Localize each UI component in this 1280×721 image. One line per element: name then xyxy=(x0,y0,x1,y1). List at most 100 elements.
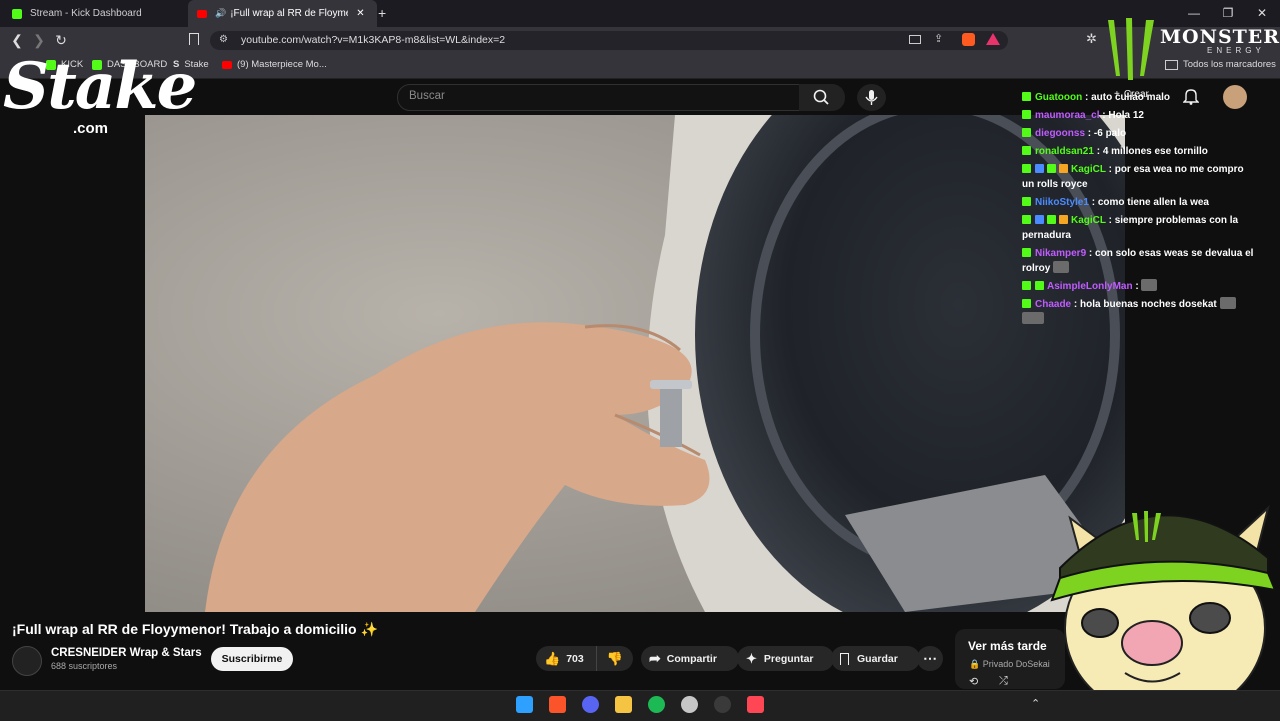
kick-badge-icon xyxy=(1022,92,1031,101)
stake-logo: Stake xyxy=(3,49,197,124)
chat-emote-icon xyxy=(1022,312,1044,324)
obs-icon[interactable] xyxy=(714,696,731,713)
chat-message: maumoraa_cl : Hola 12 xyxy=(1022,108,1254,123)
extensions-icon[interactable]: ✲ xyxy=(1086,31,1097,47)
chat-emote-icon xyxy=(1141,279,1158,291)
spotify-icon[interactable] xyxy=(648,696,665,713)
back-arrow-icon[interactable]: ❮ xyxy=(8,32,26,49)
tab-label: Stream - Kick Dashboard xyxy=(30,8,142,19)
tab-youtube-video[interactable]: 🔊 ¡Full wrap al RR de Floymenor ✕ xyxy=(188,0,377,27)
share-page-icon[interactable]: ⇪ xyxy=(934,32,943,45)
all-bookmarks[interactable]: Todos los marcadores xyxy=(1165,59,1276,70)
save-label: Guardar xyxy=(857,652,898,665)
youtube-favicon-icon xyxy=(222,60,232,69)
chat-text: 4 millones ese tornillo xyxy=(1102,146,1208,157)
share-label: Compartir xyxy=(666,652,717,665)
chat-username: ronaldsan21 xyxy=(1035,146,1094,157)
kick-badge-icon xyxy=(1022,146,1031,155)
tab-kick-dashboard[interactable]: Stream - Kick Dashboard xyxy=(6,0,192,27)
tab-label: ¡Full wrap al RR de Floymenor xyxy=(230,8,348,19)
bookmark-label: (9) Masterpiece Mo... xyxy=(237,59,327,70)
discord-icon[interactable] xyxy=(582,696,599,713)
speaker-icon: 🔊 xyxy=(215,8,227,18)
chat-message: Nikamper9 : con solo esas weas se devalu… xyxy=(1022,248,1254,274)
tray-chevron-up-icon[interactable]: ⌃ xyxy=(1031,697,1040,710)
chat-message: Chaade : hola buenas noches dosekat xyxy=(1022,297,1254,327)
vip-badge-icon xyxy=(1035,215,1044,224)
dislike-button[interactable]: 👎 xyxy=(596,646,633,671)
chat-username: diegoonss xyxy=(1035,128,1086,139)
chat-emote-icon xyxy=(1219,297,1236,309)
all-bookmarks-label: Todos los marcadores xyxy=(1183,59,1276,70)
ask-label: Preguntar xyxy=(763,652,814,665)
chat-emote-icon xyxy=(1053,261,1070,273)
chat-text: como tiene allen la wea xyxy=(1097,197,1209,208)
steam-icon[interactable] xyxy=(681,696,698,713)
bookmark-masterpiece[interactable]: (9) Masterpiece Mo... xyxy=(222,59,327,70)
chat-username: maumoraa_cl xyxy=(1035,110,1100,121)
chat-message: diegoonss : -6 palo xyxy=(1022,126,1254,141)
forward-arrow-icon[interactable]: ❯ xyxy=(30,32,48,49)
search-button[interactable] xyxy=(799,84,845,111)
channel-avatar[interactable] xyxy=(12,646,42,676)
chat-text: Hola 12 xyxy=(1108,110,1144,121)
tab-close-icon[interactable]: ✕ xyxy=(356,8,364,19)
search-input[interactable] xyxy=(397,84,801,111)
cat-mascot-overlay xyxy=(1050,504,1277,690)
video-title: ¡Full wrap al RR de Floyymenor! Trabajo … xyxy=(12,621,378,637)
sparkle-badge-icon xyxy=(1047,215,1056,224)
kick-favicon-icon xyxy=(12,8,22,19)
lock-icon: 🔒 xyxy=(969,659,981,669)
chat-message: KagiCL : por esa wea no me compro un rol… xyxy=(1022,164,1244,190)
kick-badge-icon xyxy=(1022,197,1031,206)
chat-username: Guatooon xyxy=(1035,92,1083,103)
video-frame xyxy=(145,115,1125,612)
url-text[interactable]: youtube.com/watch?v=M1k3KAP8-m8&list=WL&… xyxy=(241,34,505,46)
microphone-icon xyxy=(865,90,878,105)
save-button[interactable]: Guardar xyxy=(831,646,920,671)
gift-badge-icon xyxy=(1059,215,1068,224)
bookmark-page-icon[interactable] xyxy=(189,33,199,45)
chat-message: KagiCL : siempre problemas con la pernad… xyxy=(1022,215,1239,241)
subscribe-button[interactable]: Suscribirme xyxy=(211,647,293,671)
vip-badge-icon xyxy=(1035,164,1044,173)
share-button[interactable]: ➦ Compartir xyxy=(641,646,739,671)
loop-icon[interactable]: ⟲ xyxy=(969,675,978,688)
sparkle-badge-icon xyxy=(1047,164,1056,173)
chat-message: AsimpleLonlyMan : xyxy=(1022,279,1254,294)
channel-name[interactable]: CRESNEIDER Wrap & Stars xyxy=(51,647,202,659)
chat-text: hola buenas noches dosekat xyxy=(1080,299,1217,310)
close-window-button[interactable]: ✕ xyxy=(1252,6,1272,20)
gift-badge-icon xyxy=(1059,164,1068,173)
maximize-button[interactable]: ❐ xyxy=(1218,6,1238,20)
chat-message: NiikoStyle1 : como tiene allen la wea xyxy=(1022,195,1254,210)
ask-button[interactable]: ✦ Preguntar xyxy=(737,646,834,671)
windows-icon[interactable] xyxy=(516,696,533,713)
voice-search-button[interactable] xyxy=(857,84,886,111)
thumbs-down-icon: 👎 xyxy=(606,650,624,666)
site-settings-icon[interactable]: ⚙ xyxy=(219,34,228,45)
chat-username: NiikoStyle1 xyxy=(1035,197,1089,208)
valorant-icon[interactable] xyxy=(747,696,764,713)
minimize-button[interactable]: — xyxy=(1184,6,1204,20)
thumbs-up-icon: 👍 xyxy=(544,650,561,666)
like-button[interactable]: 👍 703 xyxy=(536,646,604,671)
video-player[interactable] xyxy=(145,115,1125,612)
cast-icon[interactable] xyxy=(909,35,921,44)
more-actions-button[interactable]: ⋯ xyxy=(917,646,943,671)
monster-wordmark: MONSTER xyxy=(1160,26,1280,48)
kick-badge-icon xyxy=(1022,110,1031,119)
chat-username: Chaade xyxy=(1035,299,1072,310)
folder-icon[interactable] xyxy=(615,696,632,713)
folder-icon xyxy=(1165,59,1178,70)
search-placeholder: Buscar xyxy=(409,90,445,102)
stake-com-label: .com xyxy=(73,120,109,137)
new-tab-button[interactable]: + xyxy=(378,5,386,21)
kick-badge-icon xyxy=(1022,281,1031,290)
reload-icon[interactable]: ↻ xyxy=(52,32,70,49)
shuffle-icon[interactable]: ⤮ xyxy=(999,675,1008,688)
brave-shields-icon[interactable] xyxy=(962,33,975,46)
chat-username: AsimpleLonlyMan xyxy=(1047,281,1133,292)
brave-rewards-icon[interactable] xyxy=(986,33,1000,45)
brave-icon[interactable] xyxy=(549,696,566,713)
